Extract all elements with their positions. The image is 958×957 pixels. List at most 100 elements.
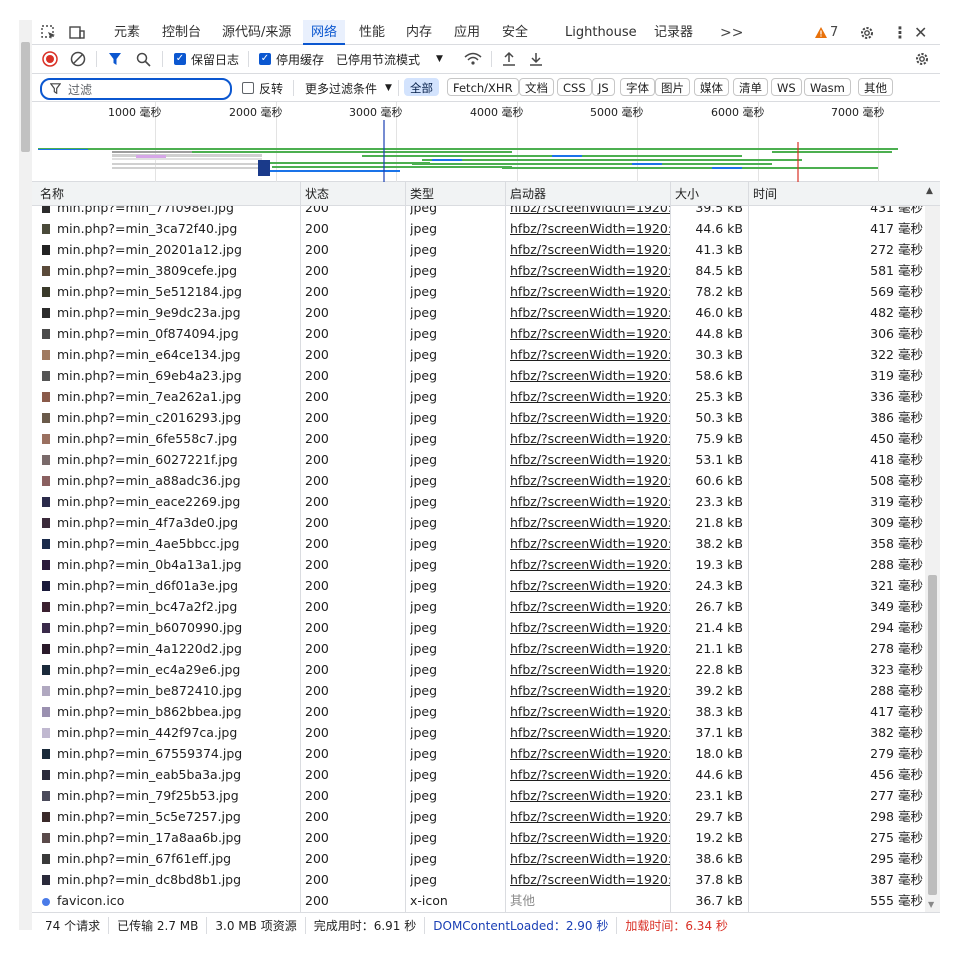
outer-scrollbar-thumb[interactable] <box>21 42 30 152</box>
table-row[interactable]: min.php?=min_dc8bd8b1.jpg 200 jpeg hfbz/?sc… <box>32 869 925 890</box>
invert-checkbox[interactable]: 反转 <box>242 78 283 98</box>
tab-0[interactable]: 元素 <box>106 20 148 45</box>
filter-type-chip[interactable]: Wasm <box>804 78 851 96</box>
filter-type-chip[interactable]: 媒体 <box>694 78 729 96</box>
cell-initiator[interactable]: hfbz/?screenWidth=1920:69 <box>510 659 670 680</box>
filter-type-chip[interactable]: 文档 <box>519 78 554 96</box>
request-name[interactable]: min.php?=min_a88adc36.jpg <box>57 473 241 488</box>
cell-initiator[interactable]: hfbz/?screenWidth=1920:56 <box>510 206 670 218</box>
request-name[interactable]: min.php?=min_67559374.jpg <box>57 746 242 761</box>
table-row[interactable]: min.php?=min_442f97ca.jpg 200 jpeg hfbz/?sc… <box>32 722 925 743</box>
cell-initiator[interactable]: hfbz/?screenWidth=1920:66 <box>510 575 670 596</box>
table-row[interactable]: min.php?=min_17a8aa6b.jpg 200 jpeg hfbz/?sc… <box>32 827 925 848</box>
more-filters-dropdown[interactable]: 更多过滤条件 ▼ <box>305 78 392 98</box>
filter-type-chip[interactable]: Fetch/XHR <box>447 78 519 96</box>
import-har-upload-icon[interactable] <box>502 49 516 69</box>
table-row[interactable]: min.php?=min_20201a12.jpg 200 jpeg hfbz/?sc… <box>32 239 925 260</box>
cell-initiator[interactable]: hfbz/?screenWidth=1920:71 <box>510 722 670 743</box>
request-name[interactable]: favicon.ico <box>57 893 124 908</box>
table-row[interactable]: min.php?=min_67559374.jpg 200 jpeg hfbz/?sc… <box>32 743 925 764</box>
network-conditions-wifi-icon[interactable] <box>464 49 482 69</box>
tab-2[interactable]: 源代码/来源 <box>214 20 299 45</box>
request-name[interactable]: min.php?=min_ec4a29e6.jpg <box>57 662 240 677</box>
cell-initiator[interactable]: hfbz/?screenWidth=1920:63 <box>510 470 670 491</box>
cell-initiator[interactable]: hfbz/?screenWidth=1920:61 <box>510 386 670 407</box>
scroll-down-arrow-icon[interactable]: ▼ <box>928 900 934 909</box>
outer-scrollbar[interactable] <box>19 20 32 930</box>
timeline-overview[interactable]: 1000 毫秒 2000 毫秒 3000 毫秒 4000 毫秒 5000 毫秒 6000 … <box>32 102 940 182</box>
request-name[interactable]: min.php?=min_17a8aa6b.jpg <box>57 830 241 845</box>
request-name[interactable]: min.php?=min_79f25b53.jpg <box>57 788 239 803</box>
network-settings-gear-icon[interactable] <box>914 49 930 69</box>
cell-initiator[interactable]: hfbz/?screenWidth=1920:67 <box>510 596 670 617</box>
table-row[interactable]: min.php?=min_6fe558c7.jpg 200 jpeg hfbz/?sc… <box>32 428 925 449</box>
filter-type-chip[interactable]: 全部 <box>404 78 439 96</box>
request-name[interactable]: min.php?=min_7ea262a1.jpg <box>57 389 241 404</box>
table-row[interactable]: min.php?=min_ec4a29e6.jpg 200 jpeg hfbz/?sc… <box>32 659 925 680</box>
table-row[interactable]: min.php?=min_e64ce134.jpg 200 jpeg hfbz/?sc… <box>32 344 925 365</box>
filter-type-chip[interactable]: WS <box>771 78 802 96</box>
filter-type-chip[interactable]: 其他 <box>858 78 893 96</box>
cell-initiator[interactable]: hfbz/?screenWidth=1920:69 <box>510 680 670 701</box>
request-name[interactable]: min.php?=min_eace2269.jpg <box>57 494 240 509</box>
tab-6[interactable]: 应用 <box>446 20 488 45</box>
table-row[interactable]: min.php?=min_eab5ba3a.jpg 200 jpeg hfbz/?sc… <box>32 764 925 785</box>
request-name[interactable]: min.php?=min_4ae5bbcc.jpg <box>57 536 239 551</box>
cell-initiator[interactable]: hfbz/?screenWidth=1920:60 <box>510 344 670 365</box>
settings-gear-icon[interactable] <box>859 20 875 45</box>
table-row[interactable]: min.php?=min_79f25b53.jpg 200 jpeg hfbz/?sc… <box>32 785 925 806</box>
cell-initiator[interactable]: hfbz/?screenWidth=1920:68 <box>510 617 670 638</box>
table-row[interactable]: min.php?=min_77f098ef.jpg 200 jpeg hfbz/?sc… <box>32 206 925 218</box>
filter-funnel-icon[interactable] <box>108 49 122 69</box>
cell-initiator[interactable]: hfbz/?screenWidth=1920:65 <box>510 512 670 533</box>
request-name[interactable]: min.php?=min_3809cefe.jpg <box>57 263 237 278</box>
inspect-element-icon[interactable] <box>40 20 58 45</box>
cell-initiator[interactable]: hfbz/?screenWidth=1920:56 <box>510 218 670 239</box>
cell-initiator[interactable]: hfbz/?screenWidth=1920:75 <box>510 869 670 890</box>
request-name[interactable]: min.php?=min_5e512184.jpg <box>57 284 242 299</box>
more-tabs-button[interactable]: >> <box>720 20 743 45</box>
cell-initiator[interactable]: hfbz/?screenWidth=1920:70 <box>510 701 670 722</box>
request-name[interactable]: min.php?=min_5c5e7257.jpg <box>57 809 241 824</box>
tab-9[interactable]: 记录器 <box>646 20 701 45</box>
cell-initiator[interactable]: hfbz/?screenWidth=1920:57 <box>510 260 670 281</box>
request-name[interactable]: min.php?=min_b6070990.jpg <box>57 620 242 635</box>
table-row[interactable]: min.php?=min_c2016293.jpg 200 jpeg hfbz/?sc… <box>32 407 925 428</box>
table-row[interactable]: min.php?=min_5c5e7257.jpg 200 jpeg hfbz/?sc… <box>32 806 925 827</box>
request-name[interactable]: min.php?=min_dc8bd8b1.jpg <box>57 872 241 887</box>
table-row[interactable]: min.php?=min_b6070990.jpg 200 jpeg hfbz/?sc… <box>32 617 925 638</box>
cell-initiator[interactable]: hfbz/?screenWidth=1920:68 <box>510 638 670 659</box>
cell-initiator[interactable]: hfbz/?screenWidth=1920:71 <box>510 743 670 764</box>
cell-initiator[interactable]: hfbz/?screenWidth=1920:57 <box>510 239 670 260</box>
table-row[interactable]: min.php?=min_69eb4a23.jpg 200 jpeg hfbz/?sc… <box>32 365 925 386</box>
table-row[interactable]: min.php?=min_67f61eff.jpg 200 jpeg hfbz/?sc… <box>32 848 925 869</box>
request-name[interactable]: min.php?=min_d6f01a3e.jpg <box>57 578 238 593</box>
table-row[interactable]: favicon.ico 200 x-icon 其他 36.7 kB 555 毫秒 <box>32 890 925 911</box>
filter-type-chip[interactable]: 字体 <box>620 78 655 96</box>
col-header-initiator[interactable]: 启动器 <box>505 182 670 206</box>
request-name[interactable]: min.php?=min_6fe558c7.jpg <box>57 431 237 446</box>
table-row[interactable]: min.php?=min_4f7a3de0.jpg 200 jpeg hfbz/?sc… <box>32 512 925 533</box>
cell-initiator[interactable]: hfbz/?screenWidth=1920:62 <box>510 407 670 428</box>
table-row[interactable]: min.php?=min_9e9dc23a.jpg 200 jpeg hfbz/?sc… <box>32 302 925 323</box>
col-header-size[interactable]: 大小 <box>670 182 748 206</box>
throttling-select[interactable]: 已停用节流模式 ▼ <box>336 49 443 69</box>
request-name[interactable]: min.php?=min_6027221f.jpg <box>57 452 238 467</box>
table-row[interactable]: min.php?=min_4a1220d2.jpg 200 jpeg hfbz/?sc… <box>32 638 925 659</box>
request-name[interactable]: min.php?=min_4f7a3de0.jpg <box>57 515 238 530</box>
export-har-download-icon[interactable] <box>529 49 543 69</box>
table-row[interactable]: min.php?=min_bc47a2f2.jpg 200 jpeg hfbz/?sc… <box>32 596 925 617</box>
table-row[interactable]: min.php?=min_7ea262a1.jpg 200 jpeg hfbz/?sc… <box>32 386 925 407</box>
request-name[interactable]: min.php?=min_b862bbea.jpg <box>57 704 242 719</box>
filter-input[interactable]: 过滤 <box>40 78 232 100</box>
table-row[interactable]: min.php?=min_d6f01a3e.jpg 200 jpeg hfbz/?sc… <box>32 575 925 596</box>
tab-3[interactable]: 网络 <box>303 20 346 45</box>
table-row[interactable]: min.php?=min_0f874094.jpg 200 jpeg hfbz/?sc… <box>32 323 925 344</box>
more-options-icon[interactable]: ⋮ <box>892 20 908 45</box>
request-name[interactable]: min.php?=min_be872410.jpg <box>57 683 242 698</box>
cell-initiator[interactable]: hfbz/?screenWidth=1920:73 <box>510 806 670 827</box>
request-name[interactable]: min.php?=min_eab5ba3a.jpg <box>57 767 241 782</box>
col-header-status[interactable]: 状态 <box>300 182 405 206</box>
tab-8[interactable]: Lighthouse <box>557 20 645 45</box>
tab-1[interactable]: 控制台 <box>154 20 209 45</box>
